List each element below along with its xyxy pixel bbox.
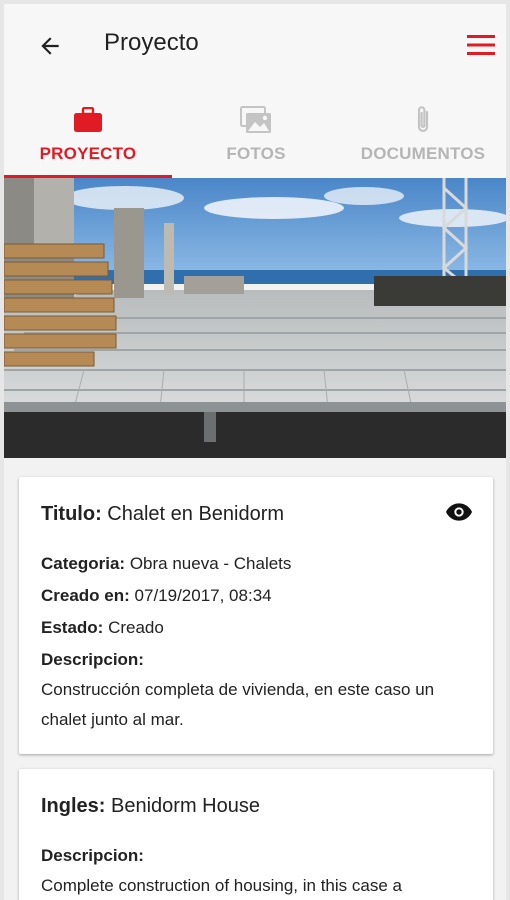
creado-label: Creado en:	[41, 586, 130, 605]
paperclip-icon	[413, 104, 433, 136]
titulo-row: Titulo: Chalet en Benidorm	[41, 503, 284, 526]
ingles-label: Ingles:	[41, 795, 106, 817]
ingles-row: Ingles: Benidorm House	[41, 795, 260, 818]
tab-proyecto[interactable]: PROYECTO	[4, 90, 172, 178]
app-bar: Proyecto	[4, 4, 506, 90]
app-screen: Proyecto PROYECTO FOTOS DOCUMENTOS Titul…	[0, 0, 510, 900]
titulo-label: Titulo:	[41, 503, 102, 525]
tab-fotos[interactable]: FOTOS	[172, 90, 340, 178]
view-button[interactable]	[445, 501, 473, 523]
estado-label: Estado:	[41, 618, 104, 637]
descripcion-text: Construcción completa de vivienda, en es…	[41, 680, 435, 729]
descripcion-label: Descripcion:	[41, 650, 144, 669]
categoria-row: Categoria: Obra nueva - Chalets	[41, 554, 291, 574]
creado-row: Creado en: 07/19/2017, 08:34	[41, 586, 272, 606]
creado-value: 07/19/2017, 08:34	[134, 586, 272, 605]
tab-documentos[interactable]: DOCUMENTOS	[340, 90, 506, 178]
briefcase-icon	[73, 104, 103, 136]
photos-icon	[240, 104, 272, 136]
eye-icon	[446, 503, 472, 521]
hamburger-menu-icon	[467, 35, 495, 55]
english-descripcion-heading: Descripcion:	[41, 846, 144, 866]
categoria-label: Categoria:	[41, 554, 126, 573]
ingles-value: Benidorm House	[111, 795, 260, 817]
project-details-card: Titulo: Chalet en Benidorm Categoria: Ob…	[19, 477, 493, 754]
titulo-value: Chalet en Benidorm	[107, 503, 285, 525]
tab-fotos-label: FOTOS	[226, 144, 286, 163]
estado-value: Creado	[108, 618, 164, 637]
tab-bar: PROYECTO FOTOS DOCUMENTOS	[4, 90, 506, 178]
tab-proyecto-label: PROYECTO	[39, 144, 137, 163]
descripcion-heading: Descripcion:	[41, 650, 144, 670]
english-descripcion-text: Complete construction of housing, in thi…	[41, 876, 402, 895]
categoria-value: Obra nueva - Chalets	[129, 554, 292, 573]
page-title: Proyecto	[104, 29, 199, 56]
tab-documentos-label: DOCUMENTOS	[360, 144, 486, 163]
project-photo[interactable]	[4, 178, 506, 458]
arrow-left-icon	[41, 37, 59, 55]
english-descripcion-label: Descripcion:	[41, 846, 144, 865]
back-button[interactable]	[30, 28, 70, 64]
menu-button[interactable]	[464, 30, 498, 60]
estado-row: Estado: Creado	[41, 618, 164, 638]
english-details-card: Ingles: Benidorm House Descripcion: Comp…	[19, 769, 493, 900]
